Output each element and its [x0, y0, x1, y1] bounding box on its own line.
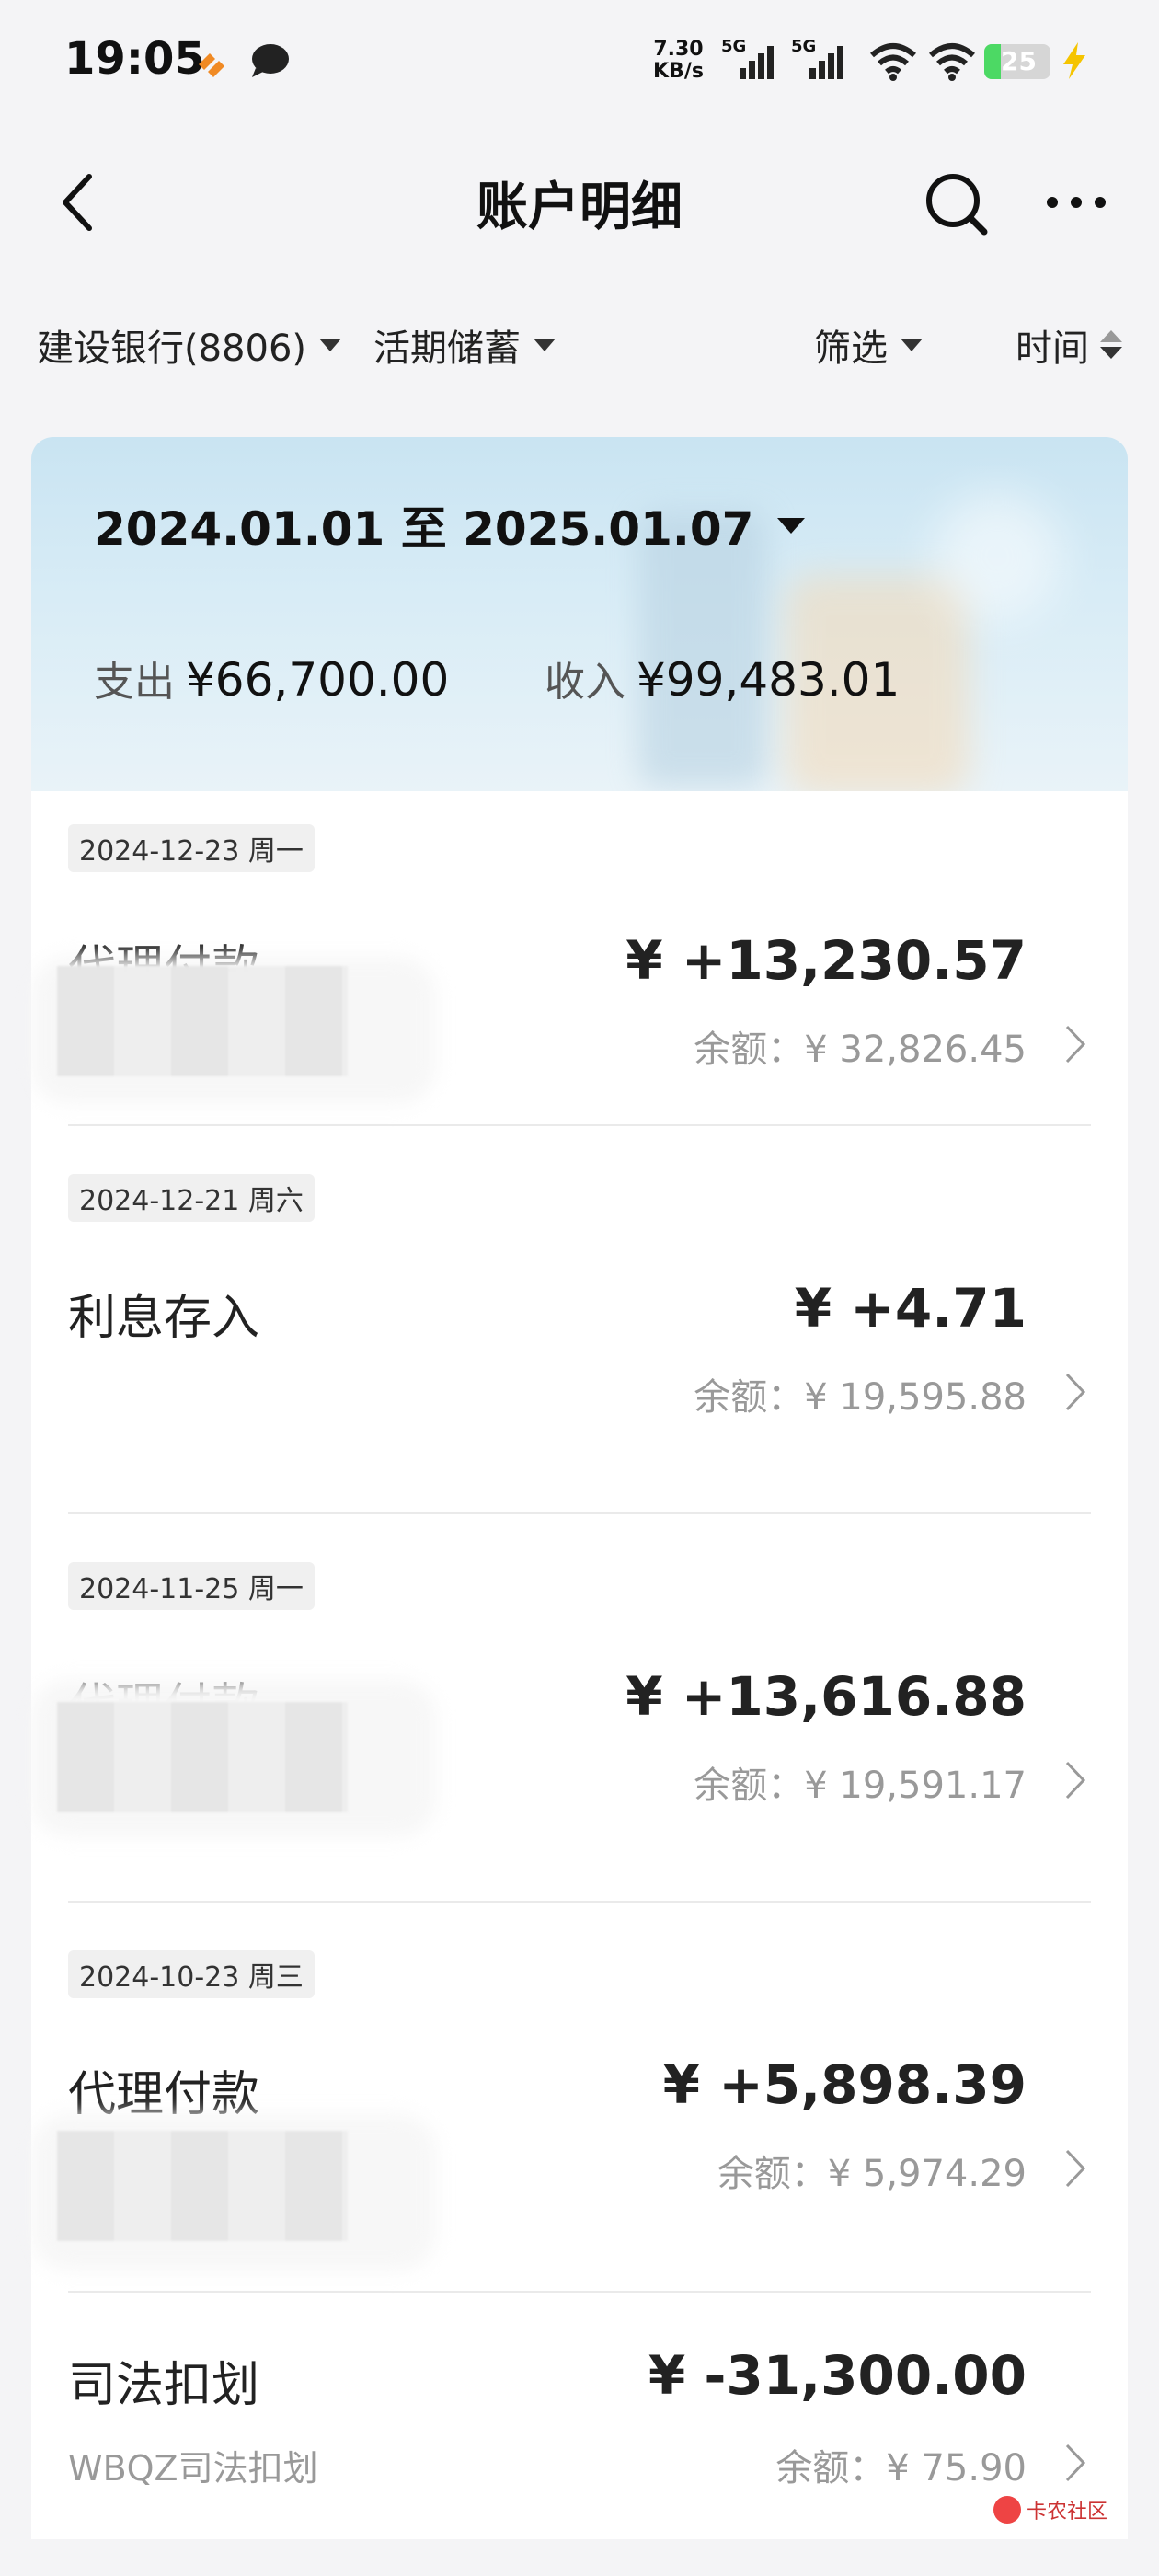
transaction-amount: ¥ -31,300.00 — [648, 2344, 1027, 2407]
signal-icon — [809, 46, 843, 79]
charging-icon — [1063, 42, 1085, 79]
battery-icon: 25 — [984, 44, 1050, 79]
speed-value: 7.30 — [653, 38, 704, 61]
battery-level: 25 — [1001, 46, 1037, 76]
income-label: 收入 — [545, 659, 625, 706]
expense-value: ¥66,700.00 — [186, 653, 450, 707]
battery-fill — [984, 44, 1001, 79]
watermark: 卡农社区 — [993, 2495, 1107, 2524]
transaction-balance: 余额：¥ 19,595.88 — [694, 1376, 1027, 1419]
transaction-amount: ¥ +13,230.57 — [625, 929, 1027, 992]
income-total: 收入 ¥99,483.01 — [545, 649, 900, 707]
transaction-amount: ¥ +5,898.39 — [662, 2053, 1027, 2116]
income-value: ¥99,483.01 — [637, 653, 901, 707]
date-range-label: 2024.01.01 至 2025.01.07 — [94, 502, 754, 556]
speed-unit: KB/s — [653, 60, 704, 83]
account-label: 建设银行(8806) — [37, 328, 307, 370]
sort-label: 时间 — [1016, 328, 1089, 370]
chevron-right-icon — [1065, 1373, 1086, 1411]
status-bar: 19:05 7.30 KB/s 5G 5G 25 — [0, 0, 1159, 129]
transaction-list: 2024-12-23 周一 代理付款 ¥ +13,230.57 余额：¥ 32,… — [31, 791, 1128, 2539]
transaction-item[interactable]: 2024-12-23 周一 代理付款 ¥ +13,230.57 余额：¥ 32,… — [31, 791, 1128, 1126]
transaction-balance: 余额：¥ 19,591.17 — [694, 1765, 1027, 1807]
caret-down-icon — [901, 339, 923, 351]
chat-icon — [252, 44, 289, 77]
date-range-selector[interactable]: 2024.01.01 至 2025.01.07 — [94, 492, 806, 558]
transaction-amount: ¥ +13,616.88 — [625, 1665, 1027, 1728]
signal-icon — [740, 46, 774, 79]
chevron-right-icon — [1065, 1025, 1086, 1064]
watermark-text: 卡农社区 — [1027, 2501, 1108, 2524]
app-notification-icon — [199, 53, 224, 77]
expense-label: 支出 — [94, 659, 175, 706]
transaction-title: 司法扣划 — [68, 2358, 260, 2413]
transaction-balance: 余额：¥ 5,974.29 — [717, 2153, 1027, 2195]
filter-label: 筛选 — [814, 328, 888, 370]
redaction-mosaic — [57, 2131, 348, 2241]
date-chip: 2024-10-23 周三 — [68, 1950, 315, 1998]
wifi-icon — [929, 43, 975, 81]
account-selector[interactable]: 建设银行(8806) — [37, 318, 342, 372]
chevron-right-icon — [1065, 2149, 1086, 2188]
account-type-selector[interactable]: 活期储蓄 — [373, 318, 556, 372]
search-icon[interactable] — [920, 166, 993, 239]
redaction-mosaic — [57, 966, 348, 1076]
status-time: 19:05 — [64, 33, 205, 85]
transaction-item[interactable]: 2024-10-23 周三 代理付款 ¥ +5,898.39 余额：¥ 5,97… — [31, 1903, 1128, 2293]
wifi-icon — [870, 43, 916, 81]
expense-total: 支出 ¥66,700.00 — [94, 649, 449, 707]
transaction-amount: ¥ +4.71 — [794, 1277, 1027, 1340]
more-icon[interactable] — [1039, 184, 1113, 221]
caret-down-icon — [777, 517, 806, 534]
transaction-title: 利息存入 — [68, 1291, 260, 1346]
transaction-item[interactable]: 2024-12-21 周六 利息存入 ¥ +4.71 余额：¥ 19,595.8… — [31, 1126, 1128, 1514]
redaction-mosaic — [57, 1702, 348, 1812]
account-type-label: 活期储蓄 — [373, 328, 521, 370]
banner-decoration — [933, 492, 1061, 621]
transaction-subtitle: WBQZ司法扣划 — [68, 2448, 318, 2489]
date-chip: 2024-12-21 周六 — [68, 1174, 315, 1222]
date-chip: 2024-11-25 周一 — [68, 1562, 315, 1610]
filter-button[interactable]: 筛选 — [814, 318, 923, 372]
transaction-item[interactable]: 2024-11-25 周一 代理付款 ¥ +13,616.88 余额：¥ 19,… — [31, 1514, 1128, 1903]
chevron-right-icon — [1065, 2444, 1086, 2482]
date-chip: 2024-12-23 周一 — [68, 824, 315, 872]
sort-time-button[interactable]: 时间 — [1016, 318, 1122, 372]
transaction-item[interactable]: 司法扣划 WBQZ司法扣划 ¥ -31,300.00 余额：¥ 75.90 — [31, 2293, 1128, 2539]
transaction-balance: 余额：¥ 32,826.45 — [694, 1029, 1027, 1071]
chevron-right-icon — [1065, 1761, 1086, 1800]
sort-icon — [1100, 328, 1122, 362]
transaction-balance: 余额：¥ 75.90 — [775, 2447, 1027, 2490]
watermark-logo-icon — [993, 2496, 1021, 2524]
caret-down-icon — [534, 339, 556, 351]
caret-down-icon — [319, 339, 342, 351]
network-speed: 7.30 KB/s — [653, 39, 704, 83]
summary-banner: 2024.01.01 至 2025.01.07 支出 ¥66,700.00 收入 ¥… — [31, 437, 1128, 791]
